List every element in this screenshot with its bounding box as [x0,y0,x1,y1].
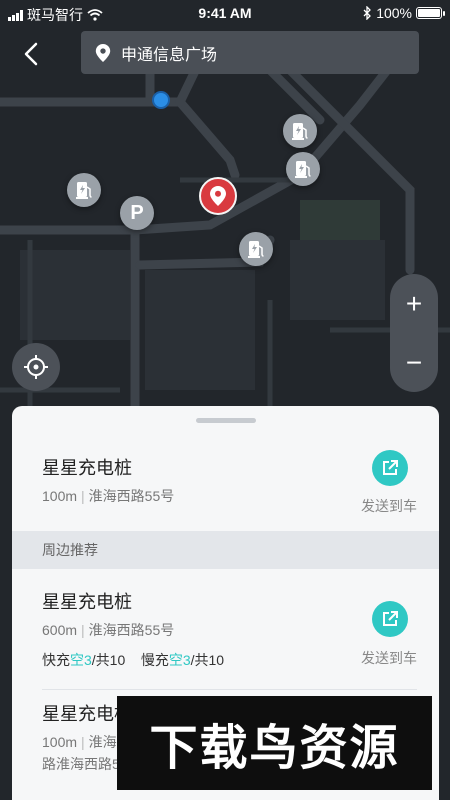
send-to-car-label: 发送到车 [361,498,417,514]
charging-station-pin[interactable] [283,114,317,148]
charging-station-pin[interactable] [67,173,101,207]
charging-station-pin[interactable] [286,152,320,186]
watermark-banner: 下载鸟资源 [117,696,432,790]
station-name: 星星充电桩 [42,458,132,478]
search-value: 申通信息广场 [121,46,218,64]
zoom-in-button[interactable]: + [390,274,438,333]
parking-pin[interactable]: P [120,196,154,230]
back-button[interactable] [18,40,46,68]
current-location-dot [152,91,170,109]
location-pin-icon [210,186,226,206]
share-external-icon [383,611,398,626]
locate-me-button[interactable] [12,343,60,391]
location-pin-icon [95,43,111,62]
station-address: 600m | 淮海西路55号 [42,622,175,638]
send-to-car-button[interactable] [372,601,408,637]
share-external-icon [383,460,398,475]
battery-icon [416,7,445,19]
send-to-car-label: 发送到车 [361,650,417,666]
charger-availability: 快充空3/共10 慢充空3/共10 [42,652,225,668]
charging-station-icon [76,182,92,199]
zoom-out-button[interactable]: − [390,333,438,392]
status-bar: 斑马智行 9:41 AM 100% [0,0,450,28]
nearby-section-header: 周边推荐 [12,531,439,569]
search-bar[interactable]: 申通信息广场 [81,31,419,74]
send-to-car-button[interactable] [372,450,408,486]
chevron-left-icon [24,42,38,66]
station-address: 100m | 淮海 [42,734,117,750]
charging-station-icon [295,161,311,178]
charging-station-icon [248,241,264,258]
charging-station-pin[interactable] [239,232,273,266]
battery-percent: 100% [376,5,412,21]
station-address: 100m | 淮海西路55号 [42,488,175,504]
station-address-line2: 路淮海西路5 [42,756,120,772]
crosshair-icon [24,355,48,379]
zoom-control: + − [390,274,438,392]
station-name: 星星充电桩 [42,592,132,612]
bluetooth-icon [363,6,372,20]
divider [42,689,417,690]
selected-location-pin[interactable] [199,177,237,215]
charging-station-icon [292,123,308,140]
sheet-drag-handle[interactable] [196,418,256,423]
